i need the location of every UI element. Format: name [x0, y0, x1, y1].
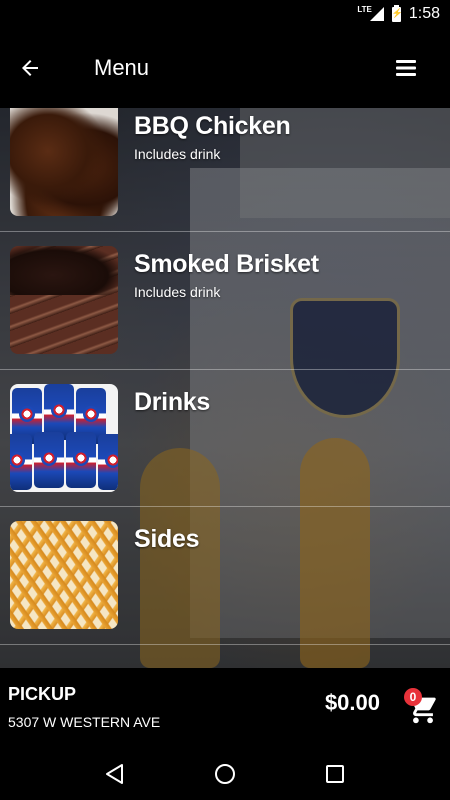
- square-recents-icon: [326, 765, 344, 783]
- page-title: Menu: [94, 55, 150, 80]
- nav-back-button[interactable]: [95, 754, 135, 794]
- menu-item-name: Sides: [134, 525, 200, 553]
- nav-recents-button[interactable]: [315, 754, 355, 794]
- menu-item-name: BBQ Chicken: [134, 112, 291, 140]
- menu-item-drinks[interactable]: Drinks: [0, 370, 450, 507]
- sides-image: [10, 521, 118, 629]
- system-navigation-bar: [0, 748, 450, 800]
- menu-list: BBQ Chicken Includes drink Smoked Briske…: [0, 108, 450, 645]
- menu-content[interactable]: BBQ Chicken Includes drink Smoked Briske…: [0, 108, 450, 668]
- menu-item-name: Smoked Brisket: [134, 250, 319, 278]
- menu-item-description: Includes drink: [134, 284, 221, 300]
- menu-item-name: Drinks: [134, 387, 211, 416]
- cart-button[interactable]: 0: [404, 688, 438, 724]
- order-total: $0.00: [324, 690, 380, 715]
- nav-home-button[interactable]: [205, 754, 245, 794]
- triangle-back-icon: [106, 764, 123, 784]
- menu-item-sides[interactable]: Sides: [0, 507, 450, 645]
- order-mode-label[interactable]: PICKUP: [8, 684, 76, 705]
- order-footer[interactable]: PICKUP 5307 W WESTERN AVE $0.00 0: [0, 668, 450, 748]
- cart-count-badge: 0: [404, 688, 422, 706]
- drinks-image: [10, 383, 118, 492]
- network-type: LTE: [357, 4, 372, 14]
- pickup-address: 5307 W WESTERN AVE: [8, 714, 161, 730]
- menu-item-bbq-chicken[interactable]: BBQ Chicken Includes drink: [0, 108, 450, 232]
- app-bar: Menu: [0, 28, 450, 108]
- status-bar: LTE 1:58: [0, 0, 450, 28]
- hamburger-menu-button[interactable]: [376, 28, 436, 108]
- clock: 1:58: [408, 5, 440, 22]
- hamburger-menu-icon: [396, 60, 416, 76]
- menu-item-smoked-brisket[interactable]: Smoked Brisket Includes drink: [0, 232, 450, 370]
- menu-item-description: Includes drink: [134, 146, 221, 162]
- bbq-chicken-image: [10, 108, 118, 216]
- back-button[interactable]: [0, 28, 60, 108]
- arrow-left-icon: [22, 60, 38, 76]
- circle-home-icon: [215, 764, 235, 784]
- battery-charging-icon: [391, 4, 403, 22]
- smoked-brisket-image: [10, 246, 118, 354]
